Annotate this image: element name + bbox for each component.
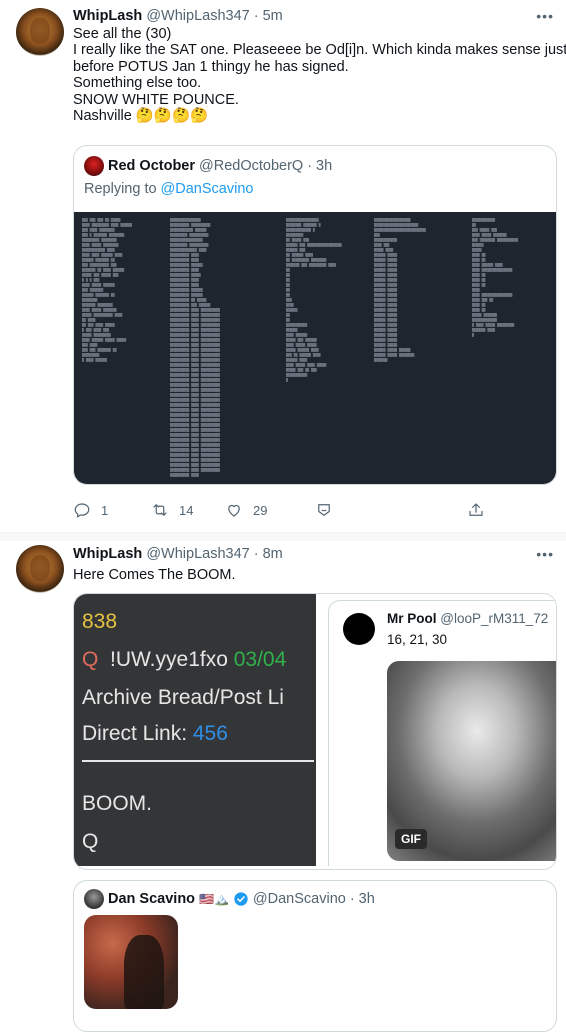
quoted-tweet[interactable]: Dan Scavino 🇺🇸🏔️ @DanScavino · 3h — [73, 880, 557, 1032]
tweet-text-line: Nashville 🤔🤔🤔🤔 — [73, 108, 209, 125]
share-button[interactable] — [467, 500, 485, 520]
code-column: ▒▒▒▒▒▒▒▒▒▒▒▒▒▒▒▒▒ ▒▒▒▒▒▒▒▒ ▒▒▒▒▒▒▒ ▒ ▒▒▒… — [286, 218, 342, 382]
replying-to-handle[interactable]: @DanScavino — [161, 181, 254, 197]
tripcode: !UW.yye1fxo — [110, 648, 228, 671]
quoted-timestamp: 3h — [358, 891, 375, 907]
verified-badge-icon — [234, 892, 248, 906]
timestamp[interactable]: 8m — [263, 546, 283, 562]
inner-author-handle: @looP_rM311_72 — [440, 611, 549, 626]
timestamp[interactable]: 5m — [263, 8, 283, 24]
avatar — [84, 156, 104, 176]
author-handle[interactable]: @WhipLash347 — [146, 546, 249, 562]
inner-quoted-tweet: Mr Pool @looP_rM311_72 16, 21, 30 GIF — [328, 600, 556, 866]
q-trip-line: Q !UW.yye1fxo 03/04 — [82, 648, 286, 672]
avatar[interactable] — [16, 545, 64, 593]
author-name[interactable]: WhipLash — [73, 8, 142, 24]
retweet-count: 14 — [179, 502, 194, 518]
react-button[interactable] — [315, 500, 467, 520]
direct-link-label: Direct Link: — [82, 722, 188, 745]
like-count: 29 — [253, 502, 268, 518]
author-name[interactable]: WhipLash — [73, 546, 142, 562]
boom-text: BOOM. — [82, 792, 153, 815]
media-card[interactable]: 838 Q !UW.yye1fxo 03/04 Archive Bread/Po… — [73, 593, 557, 870]
replying-to: Replying to @DanScavino — [84, 181, 253, 197]
emoji-reaction-icon — [318, 504, 330, 516]
quoted-tweet-image[interactable] — [84, 915, 178, 1009]
tweet-text-line: I really like the SAT one. Pleaseeee be … — [73, 42, 566, 59]
quoted-author-name: Red October — [108, 158, 196, 174]
reply-icon — [74, 503, 90, 518]
separator-dot: · — [349, 891, 355, 907]
avatar[interactable] — [16, 8, 64, 56]
reply-count: 1 — [101, 502, 109, 518]
q-letter: Q — [82, 648, 99, 671]
quoted-tweet-header: Dan Scavino 🇺🇸🏔️ @DanScavino · 3h — [84, 889, 375, 909]
code-column: ▒▒▒ ▒▒▒ ▒▒▒ ▒▒ ▒▒▒▒▒ ▒▒▒▒ ▒▒▒▒▒▒▒▒▒ ▒▒▒▒… — [82, 218, 132, 362]
replying-to-label: Replying to — [84, 181, 157, 197]
heart-icon — [228, 504, 240, 517]
avatar — [84, 889, 104, 909]
quoted-author-handle: @DanScavino — [252, 891, 346, 907]
tweet-header: WhipLash @WhipLash347 · 5m — [73, 8, 283, 24]
embedded-tweet-image[interactable]: Mr Pool @looP_rM311_72 16, 21, 30 GIF — [316, 594, 556, 866]
tweet-text-line: before POTUS Jan 1 thingy he has signed. — [73, 58, 349, 75]
gif-badge: GIF — [395, 829, 427, 849]
direct-link-line: Direct Link: 456 — [82, 722, 228, 746]
divider — [82, 760, 314, 762]
tweet-header: WhipLash @WhipLash347 · 8m — [73, 546, 283, 562]
tweet-text-line: Something else too. — [73, 75, 202, 92]
tweet-text-line: SNOW WHITE POUNCE. — [73, 91, 239, 108]
separator-dot: · — [307, 158, 313, 174]
like-button[interactable]: 29 — [225, 500, 315, 520]
q-post-image[interactable]: 838 Q !UW.yye1fxo 03/04 Archive Bread/Po… — [74, 594, 316, 866]
mushroom-cloud-gif: GIF — [387, 661, 556, 861]
separator-dot: · — [253, 8, 259, 24]
separator-dot: · — [253, 546, 259, 562]
more-options-icon[interactable]: ••• — [536, 8, 554, 24]
reply-button[interactable]: 1 — [73, 500, 151, 520]
q-signature: Q — [82, 830, 99, 853]
tweet-text-line: See all the (30) — [73, 26, 172, 42]
quoted-timestamp: 3h — [316, 158, 333, 174]
tweet-actions: 1 14 29 — [73, 500, 485, 520]
retweet-icon — [153, 504, 167, 516]
quoted-author-name: Dan Scavino — [108, 891, 196, 907]
tweet-text: Here Comes The BOOM. — [73, 567, 236, 583]
archive-line: Archive Bread/Post Li — [82, 686, 284, 709]
code-screenshot-image[interactable]: ▒▒▒ ▒▒▒ ▒▒▒ ▒▒ ▒▒▒▒▒ ▒▒▒▒ ▒▒▒▒▒▒▒▒▒ ▒▒▒▒… — [74, 212, 556, 484]
name-emojis: 🇺🇸🏔️ — [199, 892, 229, 906]
quoted-tweet[interactable]: Red October @RedOctoberQ · 3h Replying t… — [73, 145, 557, 485]
share-icon — [469, 503, 483, 516]
inner-author-name: Mr Pool — [387, 611, 437, 626]
quoted-tweet-header: Red October @RedOctoberQ · 3h — [84, 156, 332, 176]
code-column: ▒▒▒▒▒▒▒▒▒▒▒▒ ▒▒ ▒▒▒ ▒▒▒▒▒ ▒▒▒ ▒▒▒▒ ▒▒▒▒▒… — [472, 218, 519, 337]
inner-tweet-text: 16, 21, 30 — [387, 632, 448, 647]
direct-link-value: 456 — [192, 722, 228, 745]
quoted-author-handle: @RedOctoberQ — [199, 158, 304, 174]
author-handle[interactable]: @WhipLash347 — [146, 8, 249, 24]
retweet-button[interactable]: 14 — [151, 500, 225, 520]
tweet-2[interactable]: WhipLash @WhipLash347 · 8m ••• Here Come… — [0, 541, 566, 1032]
more-options-icon[interactable]: ••• — [536, 546, 554, 562]
avatar — [343, 613, 375, 645]
post-number: 838 — [82, 610, 118, 633]
code-column: ▒▒▒▒▒▒▒▒▒▒▒▒▒▒▒▒▒▒▒ ▒▒▒▒▒▒▒▒▒▒▒▒▒▒▒▒▒▒▒▒… — [374, 218, 426, 362]
tweet-text: See all the (30) I really like the SAT o… — [73, 26, 566, 125]
code-column: ▒▒▒▒▒▒▒▒▒▒▒▒▒▒▒▒ ▒▒▒▒▒▒▒▒▒▒ ▒▒▒▒▒▒▒▒▒▒ ▒… — [170, 218, 220, 477]
inner-tweet-header: Mr Pool @looP_rM311_72 — [387, 611, 548, 626]
post-date: 03/04 — [233, 648, 287, 671]
tweet-1[interactable]: WhipLash @WhipLash347 · 5m ••• See all t… — [0, 0, 566, 532]
